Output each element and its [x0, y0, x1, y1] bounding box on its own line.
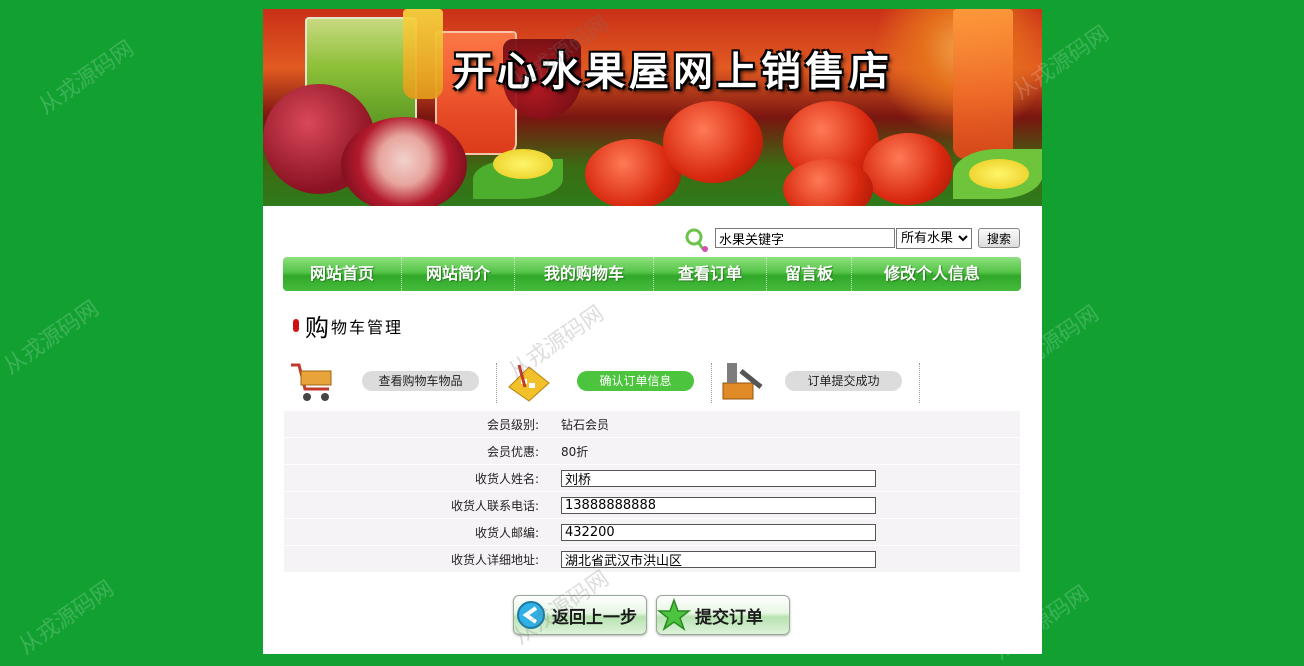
nav-item-cart[interactable]: 我的购物车: [515, 257, 654, 291]
phone-label: 收货人联系电话:: [450, 498, 539, 513]
watermark: 从戎源码网: [0, 296, 104, 380]
watermark: 从戎源码网: [34, 36, 139, 120]
member-discount-label: 会员优惠:: [486, 444, 539, 459]
juice-glass-image: [953, 9, 1013, 159]
order-steps: 查看购物车物品 确认订单信息 订单提交成功: [285, 357, 925, 405]
receiver-name-field[interactable]: [561, 469, 876, 487]
zip-label: 收货人邮编:: [474, 525, 539, 540]
search-icon: [685, 228, 708, 252]
name-label: 收货人姓名:: [474, 471, 539, 486]
receiver-phone-field[interactable]: [561, 496, 876, 514]
order-info-form: 会员级别: 钻石会员 会员优惠: 80折 收货人姓名: 收货人联系电话: 收货人…: [284, 411, 1020, 573]
submit-order-label: 提交订单: [695, 607, 763, 628]
step-order-success: 订单提交成功: [785, 371, 902, 391]
nav-item-home[interactable]: 网站首页: [283, 257, 402, 291]
tomato-image: [863, 133, 953, 205]
pomegranate-image: [341, 117, 467, 206]
yellow-pepper-image: [493, 149, 553, 179]
nav-item-guestbook[interactable]: 留言板: [767, 257, 852, 291]
page-title: 购 物车管理: [293, 308, 403, 343]
tomato-image: [663, 101, 763, 183]
member-discount-value: 80折: [561, 444, 589, 459]
search-input[interactable]: [715, 228, 895, 248]
back-arrow-icon: [517, 601, 545, 629]
yellow-pepper-image: [969, 159, 1029, 189]
page-title-first-char: 购: [305, 314, 329, 342]
juice-glass-image: [403, 9, 443, 99]
form-row-name: 收货人姓名:: [284, 465, 1020, 491]
search-button[interactable]: 搜索: [978, 228, 1020, 248]
form-row-phone: 收货人联系电话:: [284, 492, 1020, 518]
form-row-member-discount: 会员优惠: 80折: [284, 438, 1020, 464]
step-divider: [919, 363, 920, 403]
header-banner: 开心水果屋网上销售店: [263, 9, 1042, 206]
member-level-value: 钻石会员: [561, 417, 610, 432]
form-row-zip: 收货人邮编:: [284, 519, 1020, 545]
title-bullet-icon: [293, 319, 299, 332]
step-confirm-order: 确认订单信息: [577, 371, 694, 391]
step-view-cart: 查看购物车物品: [362, 371, 479, 391]
back-button[interactable]: 返回上一步: [513, 595, 647, 635]
form-row-address: 收货人详细地址:: [284, 546, 1020, 572]
site-title: 开心水果屋网上销售店: [453, 48, 893, 95]
watermark: 从戎源码网: [14, 576, 119, 660]
receiver-zip-field[interactable]: [561, 523, 876, 541]
back-button-label: 返回上一步: [552, 607, 637, 628]
form-row-member-level: 会员级别: 钻石会员: [284, 411, 1020, 437]
calculator-icon: [508, 364, 550, 402]
member-level-label: 会员级别:: [486, 417, 539, 432]
address-label: 收货人详细地址:: [450, 552, 539, 567]
shopping-cart-icon: [291, 363, 332, 401]
page-container: 开心水果屋网上销售店 所有水果 搜索 网站首页 网站简介 我的购物车 查看订单 …: [263, 9, 1042, 654]
tools-box-icon: [722, 363, 763, 400]
submit-order-button[interactable]: 提交订单: [656, 595, 790, 635]
receiver-address-field[interactable]: [561, 550, 876, 568]
nav-item-orders[interactable]: 查看订单: [654, 257, 767, 291]
step-divider: [711, 363, 712, 403]
page-title-text: 物车管理: [331, 317, 404, 337]
nav-item-about[interactable]: 网站简介: [402, 257, 515, 291]
star-icon: [657, 598, 691, 631]
nav-item-profile[interactable]: 修改个人信息: [852, 257, 1012, 291]
step-divider: [496, 363, 497, 403]
main-nav: 网站首页 网站简介 我的购物车 查看订单 留言板 修改个人信息: [283, 257, 1021, 291]
category-select[interactable]: 所有水果: [896, 228, 972, 249]
